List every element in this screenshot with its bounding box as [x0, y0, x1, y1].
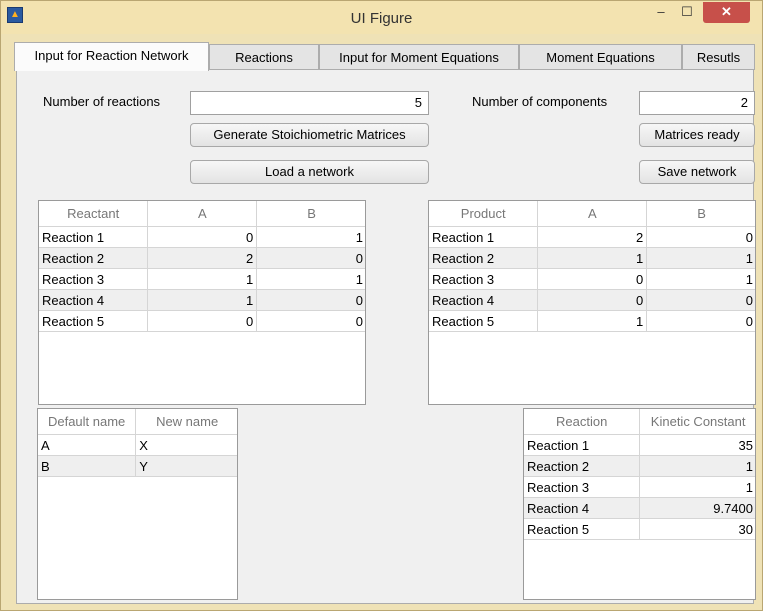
- table-row: Reaction 410: [39, 289, 365, 311]
- table-cell[interactable]: 35: [639, 434, 755, 456]
- minimize-button[interactable]: –: [648, 2, 674, 23]
- table-cell[interactable]: 1: [537, 310, 648, 332]
- table-cell[interactable]: 2: [537, 226, 648, 248]
- table-cell[interactable]: 9.7400: [639, 497, 755, 519]
- tab-reactions[interactable]: Reactions: [209, 44, 319, 70]
- table-cell[interactable]: Y: [135, 455, 237, 477]
- app-window: ▲ UI Figure – ☐ ✕ Input for Reaction Net…: [0, 0, 763, 611]
- table-row: Reaction 211: [429, 247, 755, 269]
- tab-input-moment-equations[interactable]: Input for Moment Equations: [319, 44, 519, 70]
- row-label: Reaction 4: [429, 289, 539, 311]
- table-row: Reaction 400: [429, 289, 755, 311]
- reactant-table[interactable]: Reactant A B Reaction 101 Reaction 220 R…: [38, 200, 366, 405]
- table-cell[interactable]: 0: [646, 289, 755, 311]
- table-cell[interactable]: 1: [639, 455, 755, 477]
- column-header[interactable]: Reactant: [39, 201, 149, 227]
- row-label: Reaction 2: [429, 247, 539, 269]
- kinetic-constant-table[interactable]: Reaction Kinetic Constant Reaction 1 35 R…: [523, 408, 756, 600]
- table-row: Reaction 510: [429, 310, 755, 332]
- table-row: AX: [38, 434, 237, 456]
- table-cell[interactable]: X: [135, 434, 237, 456]
- table-row: Reaction 301: [429, 268, 755, 290]
- table-cell[interactable]: 0: [537, 289, 648, 311]
- table-cell: A: [38, 434, 137, 456]
- table-cell[interactable]: 0: [256, 289, 365, 311]
- column-header[interactable]: A: [537, 201, 648, 227]
- tab-results[interactable]: Resutls: [682, 44, 755, 70]
- table-cell[interactable]: 0: [537, 268, 648, 290]
- column-header[interactable]: Reaction: [524, 409, 641, 435]
- table-row: BY: [38, 455, 237, 477]
- table-cell[interactable]: 0: [256, 247, 365, 269]
- close-button[interactable]: ✕: [703, 2, 750, 23]
- table-cell[interactable]: 0: [256, 310, 365, 332]
- num-reactions-label: Number of reactions: [43, 94, 161, 109]
- column-header[interactable]: B: [256, 201, 365, 227]
- maximize-button[interactable]: ☐: [674, 2, 700, 23]
- table-cell[interactable]: 1: [646, 268, 755, 290]
- table-cell[interactable]: 0: [147, 226, 258, 248]
- column-header[interactable]: A: [147, 201, 258, 227]
- num-components-label: Number of components: [472, 94, 608, 109]
- row-label: Reaction 2: [524, 455, 641, 477]
- product-table[interactable]: Product A B Reaction 120 Reaction 211 Re…: [428, 200, 756, 405]
- row-label: Reaction 1: [429, 226, 539, 248]
- row-label: Reaction 5: [524, 518, 641, 540]
- save-network-button[interactable]: Save network: [639, 160, 755, 184]
- tab-input-reaction-network[interactable]: Input for Reaction Network: [14, 42, 209, 71]
- table-row: Reaction 500: [39, 310, 365, 332]
- table-cell[interactable]: 0: [646, 226, 755, 248]
- table-cell[interactable]: 1: [256, 226, 365, 248]
- table-cell[interactable]: 30: [639, 518, 755, 540]
- table-cell[interactable]: 0: [147, 310, 258, 332]
- species-name-table[interactable]: Default name New name AX BY: [37, 408, 238, 600]
- row-label: Reaction 1: [524, 434, 641, 456]
- table-cell[interactable]: 1: [256, 268, 365, 290]
- column-header[interactable]: Kinetic Constant: [639, 409, 755, 435]
- table-cell[interactable]: 0: [646, 310, 755, 332]
- num-components-input[interactable]: 2: [639, 91, 755, 115]
- table-row: Reaction 120: [429, 226, 755, 248]
- table-row: Reaction 1 35: [524, 434, 755, 456]
- table-cell[interactable]: 1: [537, 247, 648, 269]
- tab-moment-equations[interactable]: Moment Equations: [519, 44, 682, 70]
- column-header[interactable]: B: [646, 201, 755, 227]
- table-row: Reaction 31: [524, 476, 755, 498]
- table-cell[interactable]: 1: [147, 289, 258, 311]
- table-row: Reaction 220: [39, 247, 365, 269]
- table-row: Reaction 5 30: [524, 518, 755, 540]
- table-cell[interactable]: 1: [646, 247, 755, 269]
- row-label: Reaction 3: [39, 268, 149, 290]
- table-row: Reaction 311: [39, 268, 365, 290]
- table-row: Reaction 4 9.7400: [524, 497, 755, 519]
- row-label: Reaction 2: [39, 247, 149, 269]
- title-bar: ▲ UI Figure – ☐ ✕: [1, 1, 762, 34]
- row-label: Reaction 4: [524, 497, 641, 519]
- row-label: Reaction 5: [429, 310, 539, 332]
- row-label: Reaction 1: [39, 226, 149, 248]
- matrices-ready-button[interactable]: Matrices ready: [639, 123, 755, 147]
- row-label: Reaction 5: [39, 310, 149, 332]
- row-label: Reaction 4: [39, 289, 149, 311]
- table-cell[interactable]: 1: [147, 268, 258, 290]
- table-cell[interactable]: 1: [639, 476, 755, 498]
- row-label: Reaction 3: [429, 268, 539, 290]
- generate-matrices-button[interactable]: Generate Stoichiometric Matrices: [190, 123, 429, 147]
- tab-panel: Number of reactions 5 Number of componen…: [16, 69, 756, 604]
- table-cell: B: [38, 455, 137, 477]
- table-row: Reaction 101: [39, 226, 365, 248]
- column-header[interactable]: New name: [135, 409, 237, 435]
- num-reactions-input[interactable]: 5: [190, 91, 429, 115]
- row-label: Reaction 3: [524, 476, 641, 498]
- load-network-button[interactable]: Load a network: [190, 160, 429, 184]
- table-cell[interactable]: 2: [147, 247, 258, 269]
- column-header[interactable]: Product: [429, 201, 539, 227]
- column-header[interactable]: Default name: [38, 409, 137, 435]
- table-row: Reaction 21: [524, 455, 755, 477]
